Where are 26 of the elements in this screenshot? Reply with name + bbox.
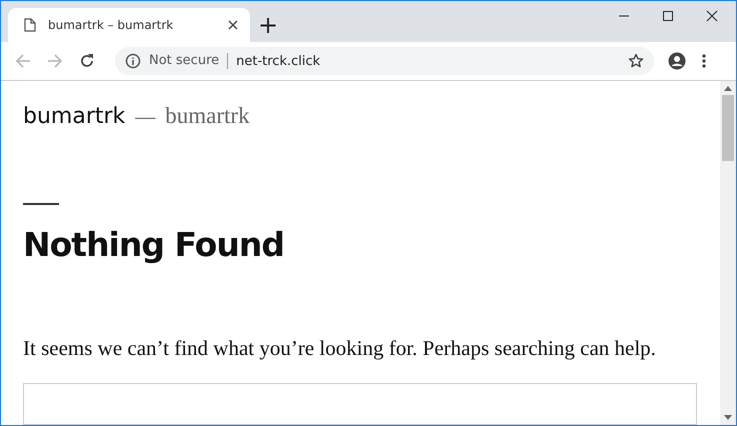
info-icon[interactable] — [125, 53, 141, 69]
scroll-down-icon[interactable] — [724, 415, 732, 421]
account-icon[interactable] — [668, 52, 686, 70]
star-icon[interactable] — [628, 53, 644, 69]
scroll-up-icon[interactable] — [724, 85, 732, 91]
scrollbar-thumb[interactable] — [722, 95, 734, 161]
search-field[interactable] — [23, 383, 697, 425]
page-icon[interactable] — [24, 18, 36, 32]
short-rule — [23, 203, 59, 205]
tab-title: bumartrk – bumartrk — [48, 18, 174, 32]
page-heading: Nothing Found — [23, 225, 285, 264]
site-title-link[interactable]: bumartrk — [23, 104, 126, 129]
message-text: It seems we can’t find what you’re looking for. Perhaps searching can help. — [23, 336, 657, 361]
address-bar[interactable]: Not secure net-trck.click — [115, 47, 654, 75]
close-icon[interactable] — [706, 10, 718, 22]
site-description: bumartrk — [165, 103, 250, 129]
close-icon[interactable] — [228, 20, 238, 30]
separator-dash: — — [135, 106, 156, 129]
menu-icon[interactable] — [702, 53, 706, 69]
reload-icon[interactable] — [79, 53, 95, 69]
security-label: Not secure — [149, 53, 228, 69]
new-tab-button[interactable]: + — [250, 8, 286, 42]
scrollbar[interactable] — [720, 81, 736, 425]
maximize-icon[interactable] — [662, 10, 674, 22]
url-text: net-trck.click — [236, 54, 322, 68]
browser-tab[interactable]: bumartrk – bumartrk — [8, 8, 250, 42]
